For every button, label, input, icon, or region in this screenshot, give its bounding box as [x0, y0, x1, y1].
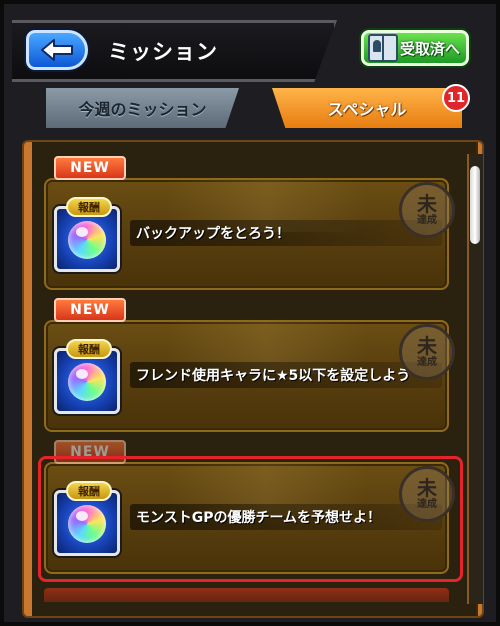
tab-weekly-label: 今週のミッション [78, 100, 207, 119]
tab-special[interactable]: スペシャル [272, 88, 462, 128]
next-item-peek [44, 588, 449, 602]
stamp-text-top: 未 [417, 192, 437, 216]
stamp-icon: 未 達成 [399, 324, 455, 380]
notification-badge: 11 [442, 84, 470, 112]
orb-icon [68, 363, 106, 401]
orb-icon [68, 221, 106, 259]
received-button-label: 受取済へ [400, 40, 461, 58]
back-button[interactable] [26, 30, 88, 70]
mission-text-bar: フレンド使用キャラに★5以下を設定しよう [130, 362, 442, 388]
reward-label: 報酬 [66, 339, 112, 359]
mission-text: フレンド使用キャラに★5以下を設定しよう [136, 368, 411, 384]
tab-special-label: スペシャル [327, 100, 407, 119]
stamp-icon: 未 達成 [399, 182, 455, 238]
arrow-left-icon [41, 39, 73, 61]
mission-item[interactable]: NEW 報酬 バックアップをとろう！ 未 達成 [44, 156, 455, 290]
mission-item[interactable]: NEW 報酬 フレンド使用キャラに★5以下を設定しよう 未 達成 [44, 298, 455, 432]
app-frame: ミッション 受取済へ 今週のミッション スペシャル 11 NEW 報酬 バックア… [0, 0, 500, 626]
new-tag: NEW [54, 298, 126, 322]
new-tag: NEW [54, 156, 126, 180]
stamp-text-top: 未 [417, 334, 437, 358]
stamp-text-bottom: 達成 [417, 357, 437, 368]
scrollbar-thumb[interactable] [470, 166, 480, 244]
stamp-text-bottom: 達成 [417, 215, 437, 226]
mission-text-bar: バックアップをとろう！ [130, 220, 442, 246]
tab-weekly-missions[interactable]: 今週のミッション [46, 88, 239, 128]
mission-text: バックアップをとろう！ [136, 226, 290, 242]
received-button[interactable]: 受取済へ [361, 30, 469, 66]
reward-label: 報酬 [66, 197, 112, 217]
book-icon [368, 34, 398, 62]
selection-highlight [38, 456, 463, 582]
page-title: ミッション [108, 40, 218, 64]
